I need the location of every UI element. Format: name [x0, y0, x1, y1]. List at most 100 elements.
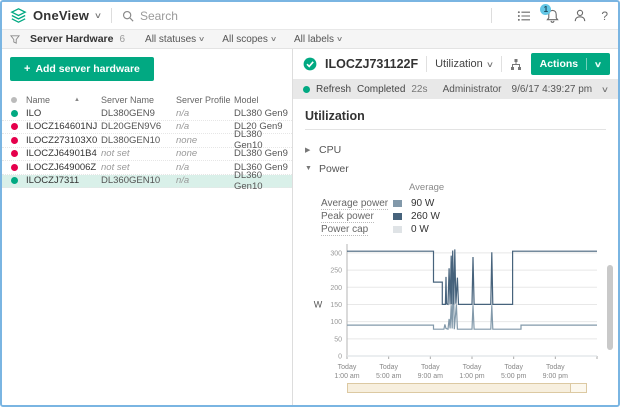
add-server-hardware-button[interactable]: + Add server hardware	[10, 57, 154, 81]
chevron-down-icon: ∨	[270, 35, 277, 43]
table-row[interactable]: ILOCZJ64901B4not setnoneDL380 Gen9	[2, 148, 292, 162]
svg-text:0: 0	[338, 354, 342, 361]
divider	[305, 129, 606, 130]
svg-text:Today: Today	[546, 364, 565, 371]
vertical-scrollbar-thumb[interactable]	[607, 265, 613, 350]
cell-model: DL380 Gen9	[234, 148, 292, 159]
brand-menu[interactable]: OneView ∨	[10, 8, 101, 23]
legend-row-peak-power: Peak power 260 W	[321, 210, 606, 223]
legend-value-power-cap: 0 W	[411, 224, 429, 235]
filter-statuses[interactable]: All statuses∨	[145, 34, 204, 45]
svg-text:W: W	[314, 299, 323, 309]
filter-scopes[interactable]: All scopes∨	[222, 34, 276, 45]
task-name: Refresh	[316, 84, 351, 95]
top-bar: OneView ∨ 1	[2, 2, 618, 30]
cell-model: DL360 Gen10	[234, 170, 292, 192]
section-title: Utilization	[305, 109, 606, 123]
legend-column-header: Average	[409, 182, 606, 193]
divider	[501, 56, 502, 72]
svg-text:300: 300	[330, 250, 342, 257]
oneview-logo-icon	[10, 8, 27, 23]
divider	[491, 8, 492, 23]
legend-label-peak-power: Peak power	[321, 211, 374, 223]
notification-badge: 1	[540, 4, 551, 15]
range-slider-handle[interactable]	[570, 384, 586, 392]
legend-row-average-power: Average power 90 W	[321, 197, 606, 210]
cell-server-name: DL380GEN10	[101, 135, 176, 146]
add-server-hardware-label: Add server hardware	[35, 63, 139, 75]
table-row[interactable]: ILODL380GEN9n/aDL380 Gen9	[2, 107, 292, 121]
status-dot-critical	[11, 123, 18, 130]
cell-name: ILOCZJ64901B4	[26, 148, 101, 159]
filter-funnel-icon[interactable]	[10, 35, 20, 44]
cell-name: ILOCZ164601NJ	[26, 121, 101, 132]
column-header-server-profile[interactable]: Server Profile	[176, 95, 234, 105]
user-icon[interactable]	[574, 9, 586, 22]
actions-label: Actions	[540, 58, 579, 70]
top-bar-icons: 1 ?	[481, 8, 608, 23]
table-row[interactable]: ILOCZ273103X0DL380GEN10noneDL380 Gen10	[2, 134, 292, 148]
cell-server-name: not set	[101, 148, 176, 159]
actions-button[interactable]: Actions ∨	[531, 53, 610, 75]
chevron-down-icon: ∨	[594, 60, 602, 69]
filter-scopes-label: All scopes	[222, 34, 268, 45]
column-header-name[interactable]: Name ▲	[26, 95, 101, 105]
search-icon	[122, 10, 134, 22]
cell-server-profile: n/a	[176, 175, 234, 186]
view-selector-label: Utilization	[435, 58, 483, 70]
chevron-down-icon[interactable]: ∨	[601, 85, 609, 94]
search-input[interactable]	[140, 9, 320, 23]
task-ok-dot	[303, 86, 310, 93]
status-column-icon	[11, 97, 17, 103]
legend-swatch-average-power	[393, 200, 402, 207]
svg-text:Today: Today	[504, 364, 523, 371]
map-view-icon[interactable]	[510, 58, 522, 71]
power-legend: Average Average power 90 W Peak power 26…	[321, 182, 606, 236]
activity-list-icon[interactable]	[517, 10, 531, 22]
filter-labels[interactable]: All labels∨	[294, 34, 342, 45]
table-row[interactable]: ILOCZJ7311DL360GEN10n/aDL360 Gen10	[2, 175, 292, 189]
view-selector-dropdown[interactable]: Utilization ∨	[435, 58, 493, 70]
svg-text:150: 150	[330, 302, 342, 309]
cell-server-name: DL360GEN10	[101, 175, 176, 186]
svg-text:100: 100	[330, 319, 342, 326]
svg-text:Today: Today	[338, 364, 357, 371]
cell-name: ILOCZJ649006Z	[26, 162, 101, 173]
svg-text:9:00 am: 9:00 am	[418, 373, 443, 380]
cell-name: ILO	[26, 108, 101, 119]
svg-text:200: 200	[330, 285, 342, 292]
chart-range-slider[interactable]	[347, 383, 587, 393]
chevron-down-icon: ∨	[486, 60, 494, 69]
legend-label-average-power: Average power	[321, 198, 388, 210]
triangle-down-icon: ▼	[305, 165, 313, 172]
expander-power[interactable]: ▼ Power	[305, 159, 606, 178]
chevron-down-icon: ∨	[198, 35, 205, 43]
svg-text:5:00 pm: 5:00 pm	[501, 373, 526, 380]
svg-text:250: 250	[330, 268, 342, 275]
legend-swatch-peak-power	[393, 213, 402, 220]
status-dot-critical	[11, 164, 18, 171]
app-menu-chevron-icon[interactable]: ∨	[94, 11, 102, 20]
expander-cpu[interactable]: ▶ CPU	[305, 140, 606, 159]
server-list-panel: + Add server hardware Name ▲ Server Name…	[2, 49, 293, 405]
status-dot-ok	[11, 110, 18, 117]
triangle-right-icon: ▶	[305, 146, 313, 154]
column-header-server-name[interactable]: Server Name	[101, 95, 176, 105]
task-status-bar[interactable]: Refresh Completed 22s Administrator 9/6/…	[293, 79, 618, 99]
power-utilization-chart: 050100150200250300WToday1:00 amToday5:00…	[305, 238, 606, 393]
notifications-button[interactable]: 1	[546, 9, 559, 23]
svg-text:5:00 am: 5:00 am	[376, 373, 401, 380]
column-header-model[interactable]: Model	[234, 95, 292, 105]
global-search	[122, 9, 481, 23]
cell-server-profile: none	[176, 135, 234, 146]
help-icon[interactable]: ?	[601, 9, 608, 23]
filter-statuses-label: All statuses	[145, 34, 196, 45]
cell-name: ILOCZ273103X0	[26, 135, 101, 146]
utilization-section: Utilization ▶ CPU ▼ Power Average Averag…	[293, 99, 618, 405]
main-area: + Add server hardware Name ▲ Server Name…	[2, 49, 618, 405]
server-details-panel: ILOCZJ731122F Utilization ∨ Actions ∨	[293, 49, 618, 405]
cell-server-profile: none	[176, 148, 234, 159]
chevron-down-icon: ∨	[336, 35, 343, 43]
svg-text:Today: Today	[421, 364, 440, 371]
filter-bar: Server Hardware 6 All statuses∨ All scop…	[2, 30, 618, 49]
